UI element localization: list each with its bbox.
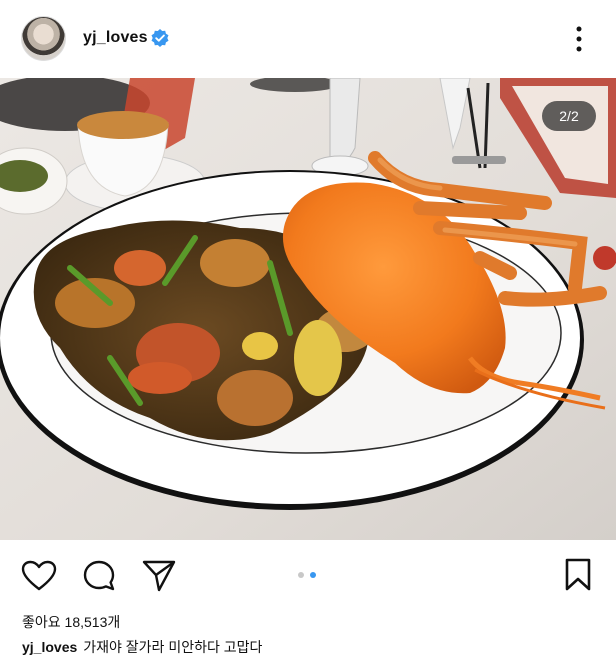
carousel-dot-1 — [298, 572, 304, 578]
more-options-icon[interactable] — [572, 24, 586, 54]
verified-badge-icon — [151, 29, 169, 47]
carousel-indicator — [298, 572, 320, 580]
lobster-dish-photo — [0, 78, 616, 540]
image-counter-badge: 2/2 — [542, 101, 596, 131]
likes-label: 좋아요 — [22, 614, 61, 630]
send-icon[interactable] — [141, 559, 177, 593]
avatar[interactable] — [21, 16, 66, 61]
likes-count[interactable]: 좋아요 18,513개 — [22, 612, 120, 632]
caption: yj_loves 가재야 잘가라 미안하다 고맙다 — [22, 637, 262, 657]
username[interactable]: yj_loves — [83, 29, 148, 47]
caption-text: 가재야 잘가라 미안하다 고맙다 — [83, 639, 263, 655]
carousel-dot-2-active — [310, 572, 316, 578]
likes-number: 18,513개 — [64, 614, 121, 630]
post-photo[interactable] — [0, 78, 616, 540]
bookmark-icon[interactable] — [563, 558, 593, 592]
comment-icon[interactable] — [82, 559, 116, 593]
post-header: yj_loves — [0, 0, 616, 78]
heart-icon[interactable] — [21, 560, 57, 592]
caption-username[interactable]: yj_loves — [22, 639, 77, 655]
